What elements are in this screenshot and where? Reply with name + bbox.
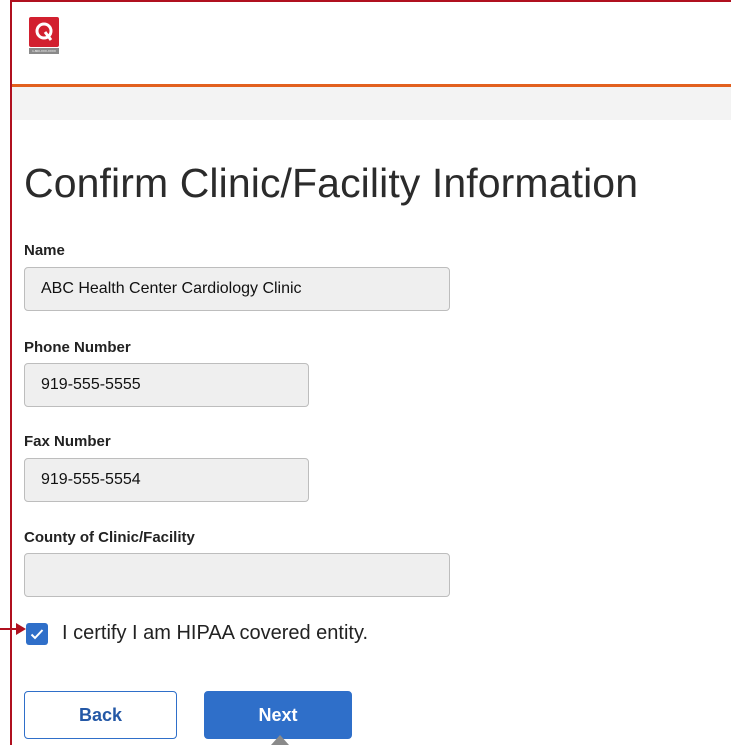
name-label: Name bbox=[24, 242, 65, 259]
logo-tagline: 1-800-XXX-XXXX bbox=[29, 48, 59, 54]
page-title: Confirm Clinic/Facility Information bbox=[24, 160, 639, 206]
county-field[interactable] bbox=[24, 553, 450, 597]
county-label: County of Clinic/Facility bbox=[24, 529, 195, 546]
annotation-up-arrow-icon bbox=[271, 735, 289, 745]
logo-mark-icon bbox=[29, 17, 59, 47]
fax-number-label: Fax Number bbox=[24, 433, 111, 450]
checkmark-icon bbox=[30, 628, 44, 639]
name-field[interactable] bbox=[24, 267, 450, 311]
fax-number-field[interactable] bbox=[24, 458, 309, 502]
brand-logo[interactable]: 1-800-XXX-XXXX bbox=[29, 17, 59, 54]
hipaa-checkbox-label[interactable]: I certify I am HIPAA covered entity. bbox=[62, 622, 368, 645]
app-frame: 1-800-XXX-XXXX Confirm Clinic/Facility I… bbox=[10, 0, 731, 745]
header: 1-800-XXX-XXXX bbox=[12, 2, 731, 84]
subheader-band bbox=[12, 87, 731, 120]
phone-number-label: Phone Number bbox=[24, 339, 131, 356]
back-button[interactable]: Back bbox=[24, 691, 177, 739]
next-button[interactable]: Next bbox=[204, 691, 352, 739]
phone-number-field[interactable] bbox=[24, 363, 309, 407]
hipaa-certification: I certify I am HIPAA covered entity. bbox=[26, 622, 368, 645]
hipaa-checkbox[interactable] bbox=[26, 622, 48, 645]
